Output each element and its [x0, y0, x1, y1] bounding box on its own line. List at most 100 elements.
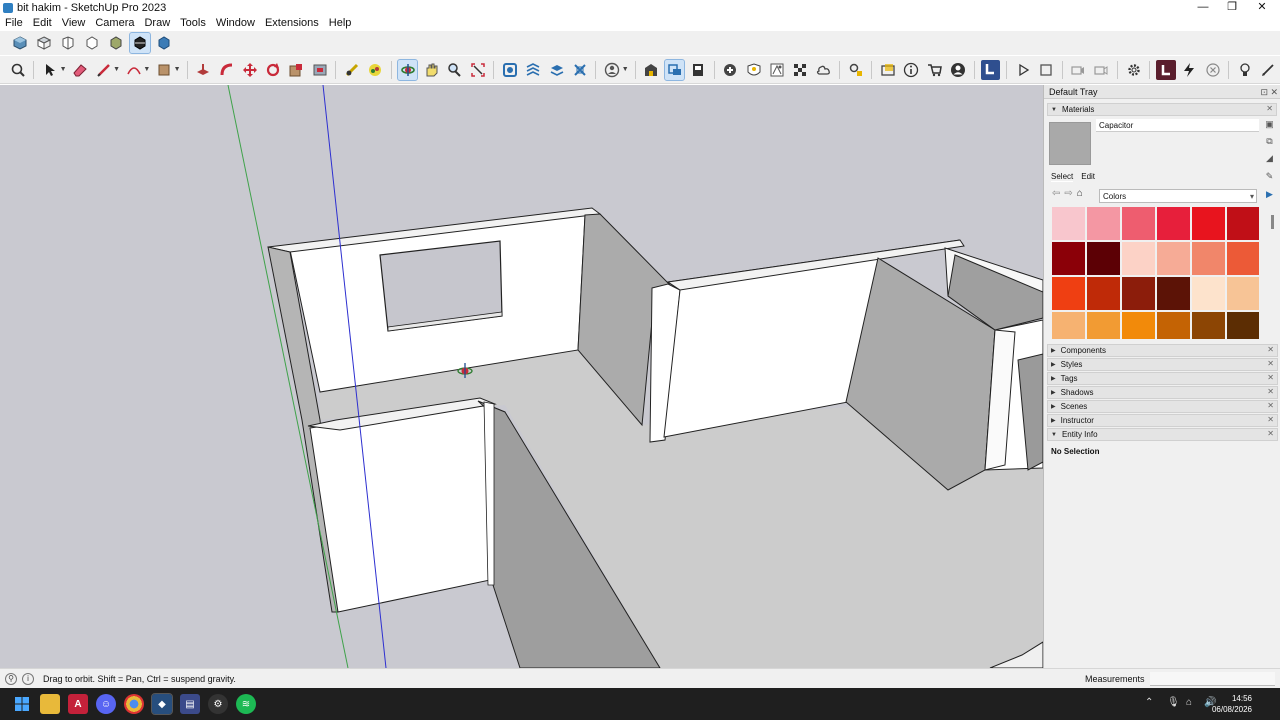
scenes-section-header[interactable]: ▶ Scenes ✕ [1047, 400, 1278, 413]
orbit-icon[interactable] [396, 58, 419, 81]
materials-section-header[interactable]: ▼ Materials ✕ [1047, 103, 1277, 116]
folder-icon[interactable] [878, 60, 897, 80]
status-info-icon[interactable]: i [22, 672, 34, 685]
scale-icon[interactable] [287, 60, 306, 80]
rotate-icon[interactable] [264, 60, 283, 80]
tags-section-header[interactable]: ▶ Tags ✕ [1047, 372, 1278, 385]
color-swatch[interactable] [1192, 312, 1225, 339]
model-scene[interactable] [0, 85, 1043, 668]
color-swatch[interactable] [1227, 242, 1259, 275]
color-swatch[interactable] [1157, 242, 1190, 275]
material-preview-swatch[interactable] [1049, 122, 1091, 165]
add-location-icon[interactable] [721, 60, 740, 80]
close-button[interactable]: ✕ [1246, 0, 1278, 15]
tab-edit[interactable]: Edit [1081, 172, 1095, 182]
entity-info-section-header[interactable]: ▼ Entity Info ✕ [1047, 428, 1278, 441]
video-icon[interactable] [1092, 60, 1111, 80]
color-swatch[interactable] [1122, 312, 1155, 339]
color-swatch[interactable] [1087, 312, 1120, 339]
rectangle-dropdown-icon[interactable]: ▼ [174, 66, 181, 73]
account-icon[interactable] [948, 60, 967, 80]
scroll-thumb[interactable] [1271, 215, 1274, 229]
section-close-icon[interactable]: ✕ [1267, 429, 1274, 438]
clock[interactable]: 14:56 06/08/2026 [1212, 693, 1252, 715]
measurements-input[interactable] [1150, 672, 1275, 686]
top-view-icon[interactable] [34, 33, 54, 53]
sample-triangle-icon[interactable]: ◢ [1264, 153, 1275, 164]
layout-icon[interactable]: ▤ [180, 694, 200, 714]
arc-icon[interactable] [124, 60, 143, 80]
front-view-icon[interactable] [58, 33, 78, 53]
color-swatch[interactable] [1087, 277, 1120, 310]
home-icon[interactable]: ⌂ [1077, 188, 1083, 199]
pencil-icon[interactable] [94, 60, 113, 80]
select-icon[interactable] [40, 60, 59, 80]
extension-icon[interactable] [1156, 59, 1176, 80]
section-fill-icon[interactable] [570, 60, 589, 80]
color-swatch[interactable] [1122, 207, 1155, 240]
details-arrow-icon[interactable]: ▶ [1264, 189, 1275, 200]
menu-extensions[interactable]: Extensions [260, 17, 324, 29]
menu-camera[interactable]: Camera [90, 17, 139, 29]
minimize-button[interactable]: — [1187, 0, 1219, 15]
section-close-icon[interactable]: ✕ [1267, 359, 1274, 368]
extension-warehouse-icon[interactable] [663, 58, 686, 81]
color-swatch[interactable] [1052, 207, 1085, 240]
left-view-icon[interactable] [129, 32, 151, 54]
section-close-icon[interactable]: ✕ [1267, 373, 1274, 382]
color-swatch[interactable] [1192, 207, 1225, 240]
zoom-extents-icon[interactable] [8, 60, 27, 80]
chrome-icon[interactable] [124, 694, 144, 714]
color-swatch[interactable] [1157, 312, 1190, 339]
geolocation-icon[interactable]: ⚲ [5, 672, 17, 685]
color-swatch[interactable] [1192, 277, 1225, 310]
zoom-window-icon[interactable] [468, 60, 487, 80]
menu-window[interactable]: Window [211, 17, 260, 29]
shadows-section-header[interactable]: ▶ Shadows ✕ [1047, 386, 1278, 399]
menu-edit[interactable]: Edit [28, 17, 57, 29]
section-close-icon[interactable]: ✕ [1267, 345, 1274, 354]
color-swatch[interactable] [1052, 277, 1085, 310]
cloud-icon[interactable] [814, 60, 833, 80]
offset-icon[interactable] [310, 60, 329, 80]
color-swatch[interactable] [1227, 207, 1259, 240]
stop-icon[interactable] [1036, 60, 1055, 80]
color-swatch[interactable] [1227, 312, 1259, 339]
instructor-section-header[interactable]: ▶ Instructor ✕ [1047, 414, 1278, 427]
back-view-icon[interactable] [106, 33, 126, 53]
color-swatch[interactable] [1052, 312, 1085, 339]
network-icon[interactable]: ⌂ [1186, 697, 1192, 708]
warehouse-icon[interactable] [642, 60, 661, 80]
forward-arrow-icon[interactable]: ⇨ [1064, 188, 1072, 199]
color-swatch[interactable] [1157, 277, 1190, 310]
display-secondary-icon[interactable]: ▣ [1264, 119, 1275, 130]
file-explorer-icon[interactable] [40, 694, 60, 714]
play-icon[interactable] [1013, 60, 1032, 80]
eraser-icon[interactable] [71, 60, 90, 80]
maximize-button[interactable]: ❐ [1216, 0, 1248, 15]
texture-icon[interactable] [767, 60, 786, 80]
tape-measure-icon[interactable] [342, 60, 361, 80]
section-cuts-icon[interactable] [547, 60, 566, 80]
iso-view-icon[interactable] [10, 33, 30, 53]
right-view-icon[interactable] [82, 33, 102, 53]
arc-dropdown-icon[interactable]: ▼ [143, 66, 150, 73]
paint-bucket-icon[interactable] [366, 60, 385, 80]
follow-me-icon[interactable] [217, 60, 236, 80]
sample-paint-icon[interactable]: ✎ [1264, 171, 1275, 182]
components-section-header[interactable]: ▶ Components ✕ [1047, 344, 1278, 357]
pencil-dropdown-icon[interactable]: ▼ [113, 66, 120, 73]
section-close-icon[interactable]: ✕ [1267, 415, 1274, 424]
select-dropdown-icon[interactable]: ▼ [60, 66, 67, 73]
sketchup-icon[interactable]: ◆ [151, 693, 173, 715]
pin-icon[interactable]: ⊡ [1260, 87, 1268, 98]
menu-tools[interactable]: Tools [175, 17, 211, 29]
color-swatch[interactable] [1227, 277, 1259, 310]
cancel-icon[interactable] [1203, 60, 1222, 80]
color-swatch[interactable] [1087, 242, 1120, 275]
tab-select[interactable]: Select [1051, 172, 1074, 182]
model-viewport[interactable] [0, 85, 1043, 668]
spotify-icon[interactable]: ≋ [236, 694, 256, 714]
rectangle-icon[interactable] [154, 60, 173, 80]
pan-icon[interactable] [421, 60, 440, 80]
